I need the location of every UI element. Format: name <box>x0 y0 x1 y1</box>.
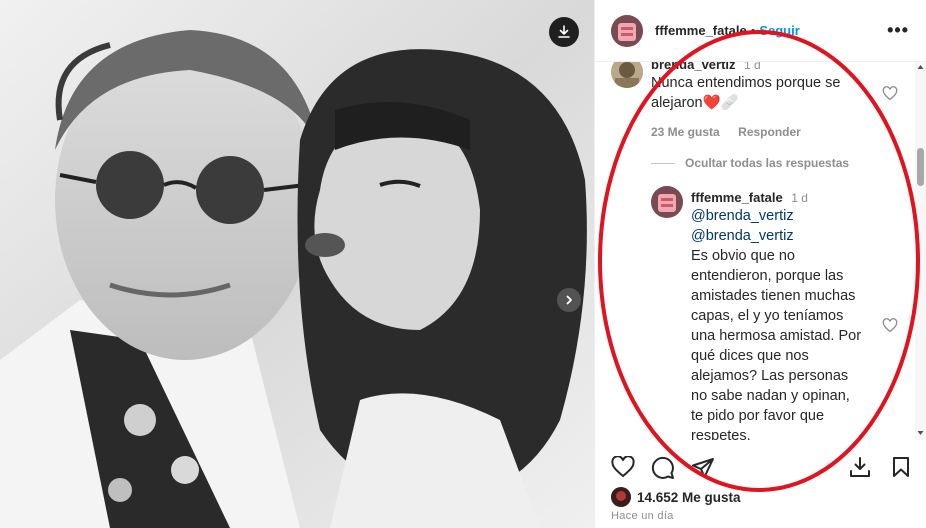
like-heart-icon[interactable] <box>611 456 635 478</box>
scroll-down-arrow-icon[interactable] <box>917 430 924 436</box>
save-download-icon[interactable] <box>849 456 871 478</box>
reply-text: @brenda_vertiz @brenda_vertiz Es obvio q… <box>691 206 887 440</box>
reply-button[interactable]: Responder <box>738 125 801 139</box>
reply-line: amistades tienen muchas <box>691 288 856 304</box>
comment-time: 1 d <box>744 62 761 72</box>
reply-avatar-image <box>651 186 683 218</box>
post-action-bar <box>595 448 926 488</box>
mention-link[interactable]: @brenda_vertiz <box>691 226 887 246</box>
download-icon <box>558 25 570 38</box>
photo-illustration <box>0 0 594 528</box>
reply-line: respetes. <box>691 428 751 440</box>
parent-comment-text: Nunca entendimos porque se alejaron❤️🩹 <box>651 73 881 113</box>
follow-button[interactable]: Seguir <box>759 23 799 38</box>
like-reply-heart-icon[interactable] <box>882 318 898 333</box>
scroll-up-arrow-icon[interactable] <box>917 64 924 70</box>
reply-head: fffemme_fatale 1 d <box>691 189 808 207</box>
reply-line: no sabe nadan y opinan, <box>691 388 850 404</box>
liker-avatar-image <box>611 487 631 507</box>
author-username[interactable]: fffemme_fatale <box>655 23 747 38</box>
hide-replies-toggle[interactable]: Ocultar todas las respuestas <box>651 156 849 170</box>
avatar-image <box>611 14 643 47</box>
reply-line: te pido por favor que <box>691 408 825 424</box>
download-button[interactable] <box>549 17 579 47</box>
scrollbar-thumb[interactable] <box>917 148 924 186</box>
post-timestamp: Hace un día <box>611 510 674 522</box>
more-options-button[interactable]: ••• <box>887 20 909 41</box>
comment-bubble-icon[interactable] <box>651 456 675 480</box>
post-side-panel: fffemme_fatale • Seguir ••• brenda_verti… <box>594 0 926 528</box>
reply-line: qué dices que nos <box>691 348 809 364</box>
reply-line: una hermosa amistad. Por <box>691 328 862 344</box>
author-avatar[interactable] <box>611 14 643 47</box>
mention-link[interactable]: @brenda_vertiz <box>691 206 887 226</box>
reply-username[interactable]: fffemme_fatale <box>691 190 783 205</box>
post-photo <box>0 0 594 528</box>
reply-line: entendieron, porque las <box>691 268 844 284</box>
like-comment-heart-icon[interactable] <box>882 86 898 101</box>
reply-line: Es obvio que no <box>691 248 795 264</box>
hide-replies-label: Ocultar todas las respuestas <box>685 156 850 170</box>
comment-line: alejaron <box>651 95 703 111</box>
post-header: fffemme_fatale • Seguir ••• <box>595 0 926 62</box>
post-likes[interactable]: 14.652 Me gusta <box>611 487 741 507</box>
comment-line: Nunca entendimos porque se <box>651 75 841 91</box>
chevron-right-icon <box>566 295 572 305</box>
mending-heart-emoji: ❤️🩹 <box>702 95 739 111</box>
likes-count[interactable]: 14.652 Me gusta <box>637 490 741 505</box>
comments-list[interactable]: brenda_vertiz 1 d Nunca entendimos porqu… <box>595 62 917 440</box>
liker-avatar <box>611 487 631 507</box>
commenter-avatar-image <box>611 62 643 88</box>
commenter-username[interactable]: brenda_vertiz <box>651 62 736 72</box>
bookmark-icon[interactable] <box>891 456 911 478</box>
reply-time: 1 d <box>791 191 808 205</box>
comment-like-count[interactable]: 23 Me gusta <box>651 125 720 139</box>
reply-author-avatar[interactable] <box>651 186 683 218</box>
reply-line: capas, el y yo teníamos <box>691 308 844 324</box>
share-paper-plane-icon[interactable] <box>691 456 715 480</box>
next-slide-button[interactable] <box>557 288 581 312</box>
commenter-avatar[interactable] <box>611 62 643 88</box>
reply-line: alejamos? Las personas <box>691 368 849 384</box>
comments-scrollbar[interactable] <box>915 62 926 440</box>
header-separator: • <box>750 23 756 38</box>
replies-divider <box>651 162 675 164</box>
parent-comment-meta: 23 Me gusta Responder <box>651 123 801 141</box>
